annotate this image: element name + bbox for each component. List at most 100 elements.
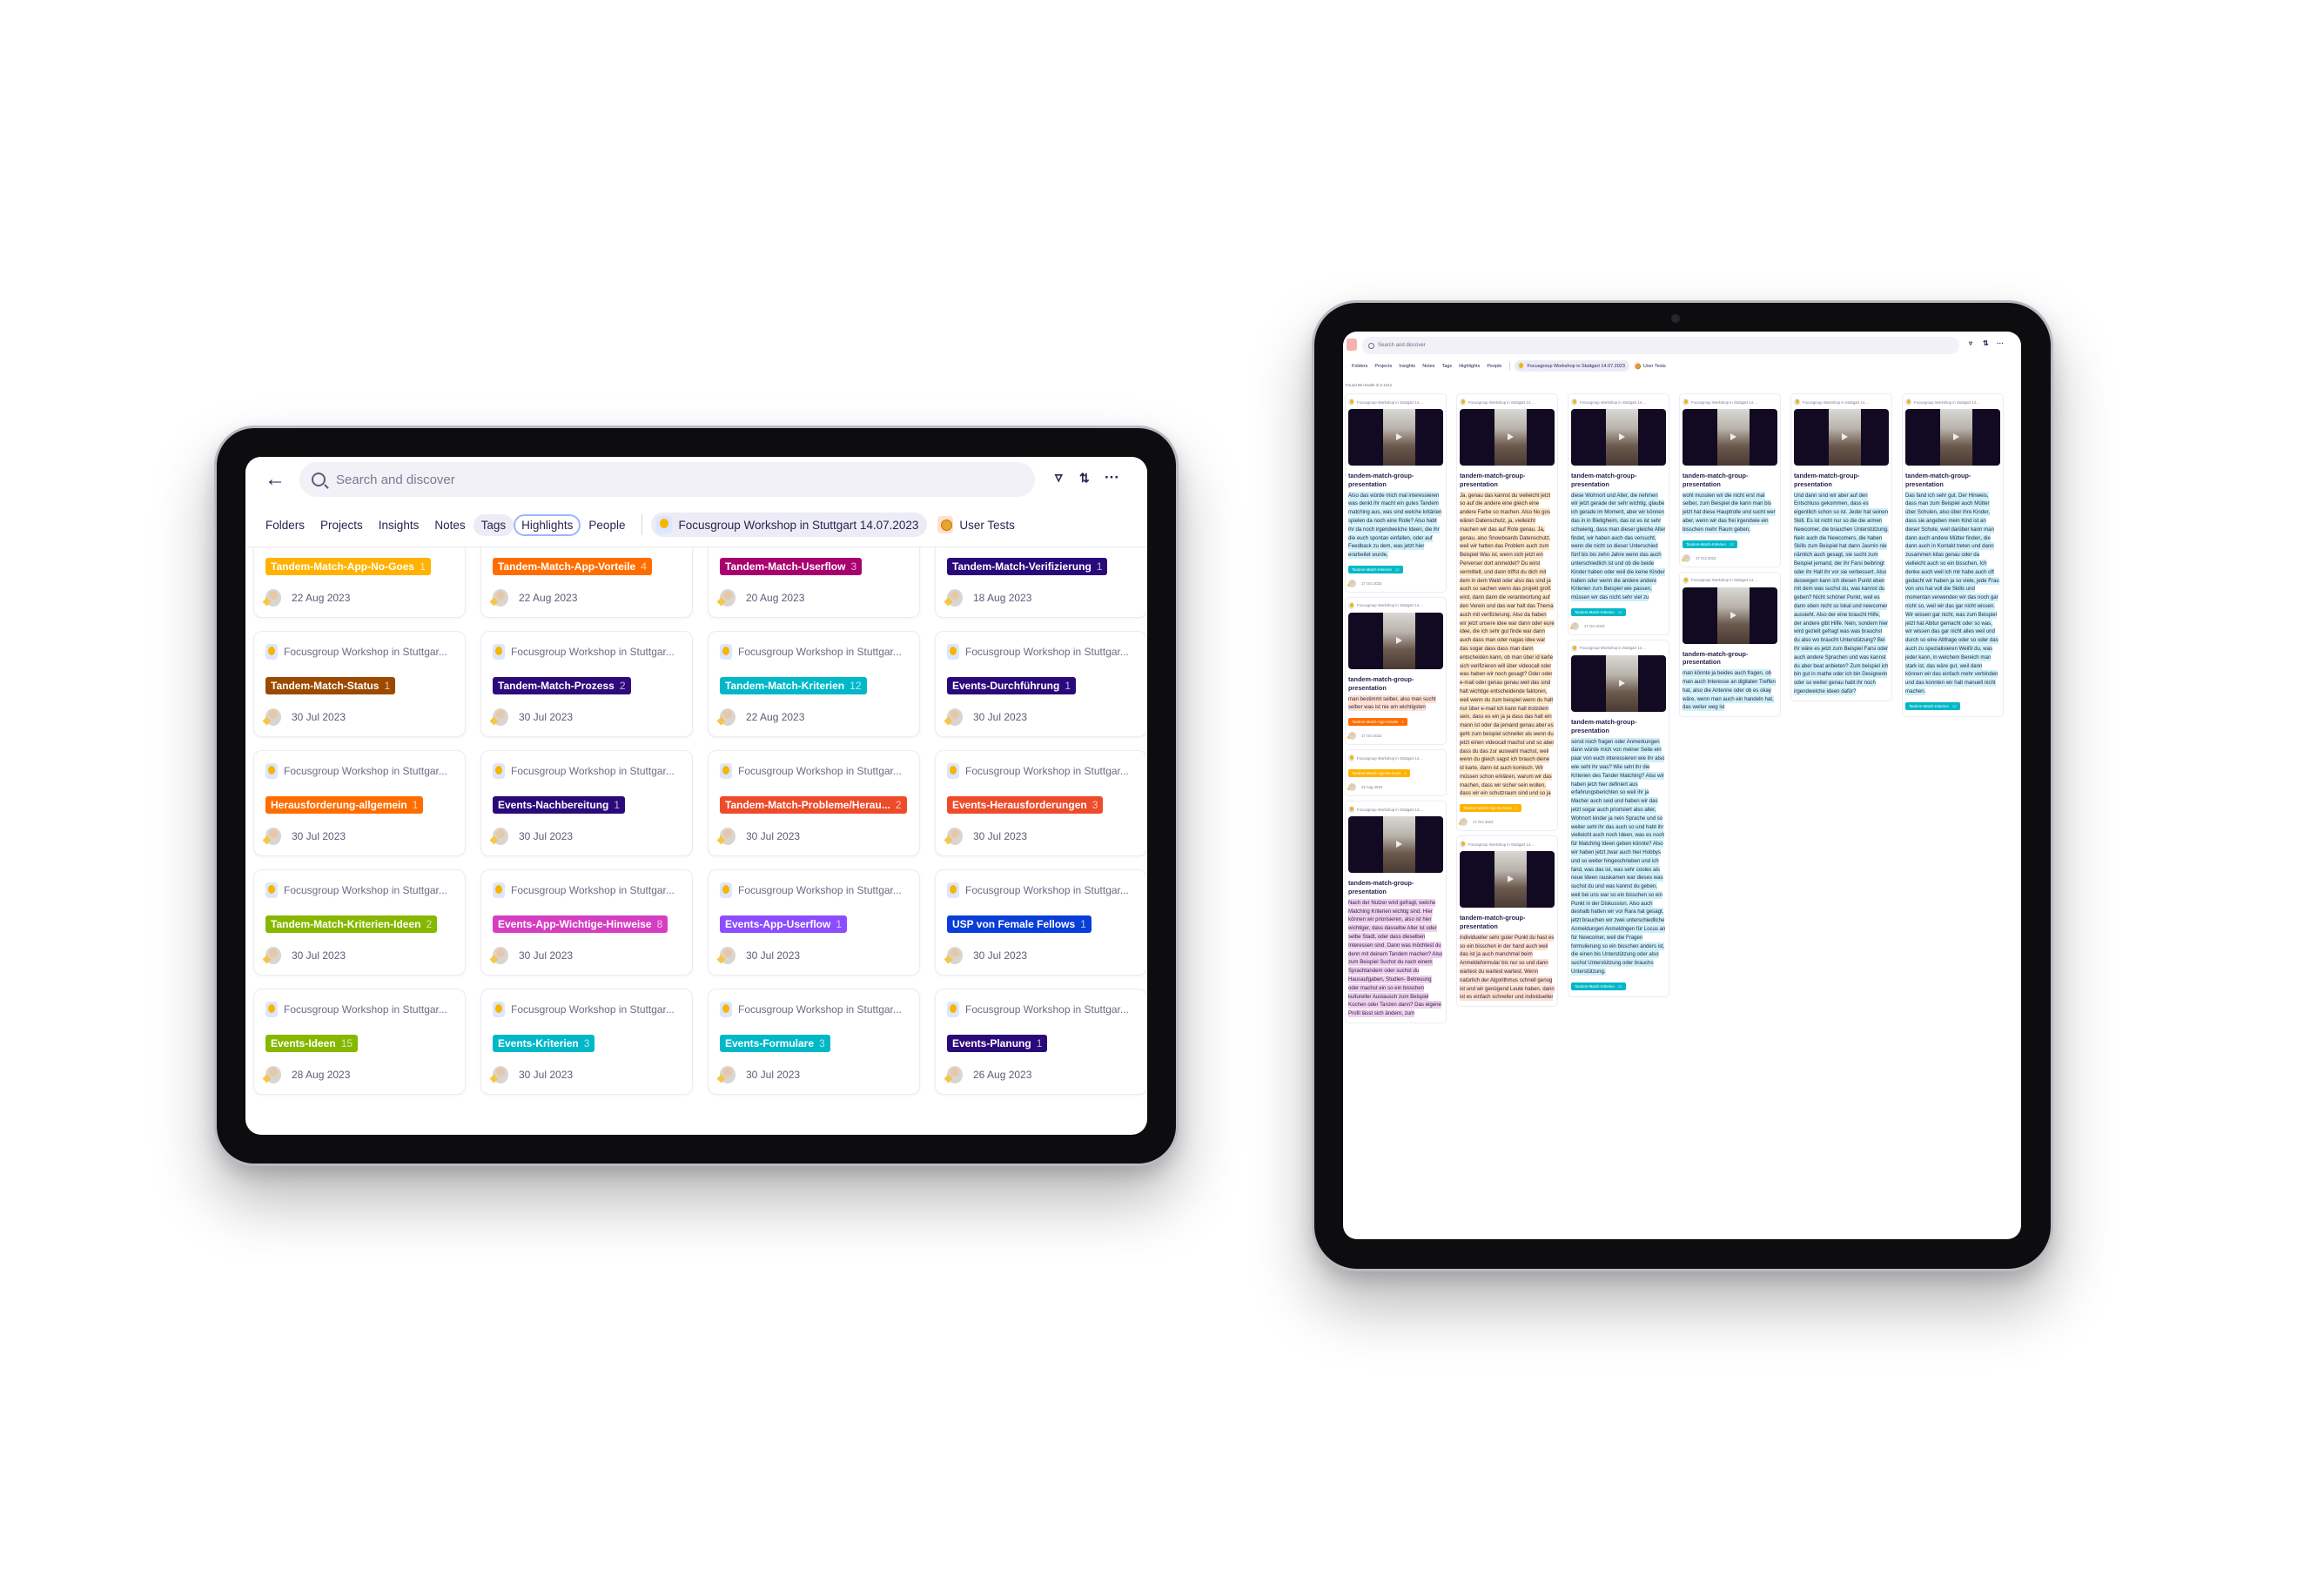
tag-badge[interactable]: Events-Planung 1 <box>947 1035 1048 1052</box>
tab-highlights[interactable]: Highlights <box>514 514 581 536</box>
tag-badge[interactable]: USP von Female Fellows 1 <box>947 915 1091 933</box>
highlight-card[interactable]: Focusgroup Workshop in Stuttgart 14.... t… <box>1345 801 1447 1023</box>
tag-badge[interactable]: Tandem-Match-Verifizierung 1 <box>947 558 1108 575</box>
tag-badge[interactable]: Tandem-Match-Kriterien 12 <box>1905 701 1960 710</box>
tab-people[interactable]: People <box>581 514 633 536</box>
tag-badge[interactable]: Tandem-Match-App-Vorteile 4 <box>493 558 652 575</box>
tag-card[interactable]: Focusgroup Workshop in Stuttgar... Tandem… <box>480 631 693 737</box>
more-icon[interactable]: ··· <box>1997 339 2004 347</box>
play-icon[interactable] <box>1396 841 1402 848</box>
highlight-card[interactable]: Focusgroup Workshop in Stuttgart 14.... t… <box>1790 393 1892 701</box>
tab-tags[interactable]: Tags <box>473 513 514 536</box>
tag-badge[interactable]: Tandem-Match-Kriterien 12 <box>1571 607 1626 616</box>
project-filter-chip[interactable]: Focusgroup Workshop in Stuttgart 14.07.2… <box>651 513 928 537</box>
tag-badge[interactable]: Tandem-Match-Userflow 3 <box>720 558 863 575</box>
play-icon[interactable] <box>1953 433 1959 440</box>
highlight-card[interactable]: Focusgroup Workshop in Stuttgart 14.... t… <box>1568 639 1669 997</box>
search-bar[interactable] <box>299 462 1035 497</box>
video-thumbnail[interactable] <box>1571 654 1666 712</box>
highlight-card[interactable]: Focusgroup Workshop in Stuttgart 14.... t… <box>1456 835 1558 1008</box>
video-thumbnail[interactable] <box>1348 409 1443 466</box>
tag-card[interactable]: Focusgroup Workshop in Stuttgar... Events… <box>708 989 920 1095</box>
tag-badge[interactable]: Events-Kriterien 3 <box>493 1035 595 1052</box>
tag-badge[interactable]: Tandem-Match-Kriterien 12 <box>1683 540 1737 548</box>
play-icon[interactable] <box>1842 433 1848 440</box>
tag-card[interactable]: Focusgroup Workshop in Stuttgar... Tandem… <box>253 631 466 737</box>
search-bar[interactable]: Search and discover <box>1362 337 1959 354</box>
tag-card[interactable]: Focusgroup Workshop in Stuttgar... Events… <box>480 750 693 856</box>
sort-icon[interactable]: ⇅ <box>1983 339 1989 347</box>
tag-card[interactable]: Focusgroup Workshop in Stuttgar... USP vo… <box>935 869 1147 976</box>
tag-badge[interactable]: Events-App-Wichtige-Hinweise 8 <box>493 915 668 933</box>
tag-badge[interactable]: Tandem-Match-Kriterien 12 <box>1571 982 1626 990</box>
play-icon[interactable] <box>1508 875 1514 883</box>
play-icon[interactable] <box>1730 611 1736 619</box>
highlight-card[interactable]: Focusgroup Workshop in Stuttgart 14.... t… <box>1679 571 1781 718</box>
video-thumbnail[interactable] <box>1683 587 1777 644</box>
search-input[interactable] <box>334 471 947 488</box>
tag-badge[interactable]: Tandem-Match-Prozess 2 <box>493 677 631 694</box>
tab-notes[interactable]: Notes <box>427 514 473 536</box>
tag-badge[interactable]: Tandem-Match-App-No-Goes 1 <box>1460 804 1521 813</box>
tag-card[interactable]: Focusgroup Workshop in Stuttgar... Tandem… <box>708 631 920 737</box>
tag-badge[interactable]: Tandem-Match-Kriterien 12 <box>720 677 867 694</box>
tag-badge[interactable]: Herausforderung-allgemein 1 <box>265 796 424 814</box>
tab-folders[interactable]: Folders <box>1348 362 1371 371</box>
tag-card[interactable]: Focusgroup Workshop in Stuttgar... Events… <box>935 989 1147 1095</box>
tag-badge[interactable]: Events-Durchführung 1 <box>947 677 1077 694</box>
play-icon[interactable] <box>1508 433 1514 440</box>
video-thumbnail[interactable] <box>1794 409 1889 466</box>
video-thumbnail[interactable] <box>1571 409 1666 466</box>
user-tests-chip[interactable]: User Tests <box>959 519 1015 532</box>
tab-projects[interactable]: Projects <box>312 514 371 536</box>
tag-card[interactable]: Focusgroup Workshop in Stuttgar... Events… <box>935 631 1147 737</box>
highlight-card[interactable]: Focusgroup Workshop in Stuttgart 14.... t… <box>1679 393 1781 567</box>
tag-card[interactable]: Focusgroup Workshop in Stuttgar... Events… <box>480 869 693 976</box>
filter-icon[interactable]: ▿ <box>1055 469 1063 486</box>
tag-badge[interactable]: Tandem-Match-App-No-Goes 1 <box>265 558 431 575</box>
tab-insights[interactable]: Insights <box>1395 362 1419 371</box>
highlight-card[interactable]: Focusgroup Workshop in Stuttgart 14.... t… <box>1568 393 1669 635</box>
play-icon[interactable] <box>1396 433 1402 440</box>
play-icon[interactable] <box>1730 433 1736 440</box>
tag-badge[interactable]: Tandem-Match-Status 1 <box>265 677 396 694</box>
tag-badge[interactable]: Events-Nachbereitung 1 <box>493 796 626 814</box>
highlight-card[interactable]: Focusgroup Workshop in Stuttgart 14.... t… <box>1456 393 1558 832</box>
tag-card[interactable]: Focusgroup Workshop in Stuttgar... Events… <box>253 989 466 1095</box>
tag-badge[interactable]: Tandem-Match-App-No-Goes 1 <box>1348 769 1410 778</box>
tag-card[interactable]: Focusgroup Workshop in Stuttgar... Heraus… <box>253 750 466 856</box>
tag-badge[interactable]: Events-App-Userflow 1 <box>720 915 848 933</box>
filter-icon[interactable]: ▿ <box>1969 339 1972 347</box>
tag-card[interactable]: Focusgroup Workshop in Stuttgar... Events… <box>480 989 693 1095</box>
tag-badge[interactable]: Events-Ideen 15 <box>265 1035 359 1052</box>
sort-icon[interactable]: ⇅ <box>1079 471 1090 486</box>
tab-highlights[interactable]: Highlights <box>1455 362 1483 371</box>
tag-badge[interactable]: Tandem-Match-Probleme/Herau... 2 <box>720 796 907 814</box>
tag-badge[interactable]: Tandem-Match-App-Vorteile 4 <box>1348 718 1407 727</box>
tab-insights[interactable]: Insights <box>371 514 427 536</box>
tag-badge[interactable]: Tandem-Match-Kriterien-Ideen 2 <box>265 915 438 933</box>
tab-folders[interactable]: Folders <box>258 514 312 536</box>
tag-card[interactable]: Focusgroup Workshop in Stuttgar... Tandem… <box>708 750 920 856</box>
tag-badge[interactable]: Tandem-Match-Kriterien 12 <box>1348 565 1403 573</box>
tag-badge[interactable]: Events-Herausforderungen 3 <box>947 796 1104 814</box>
highlight-card[interactable]: Focusgroup Workshop in Stuttgart 14.... T… <box>1345 749 1447 797</box>
user-tests-chip[interactable]: User Tests <box>1643 364 1666 369</box>
video-thumbnail[interactable] <box>1460 851 1555 909</box>
highlight-card[interactable]: Focusgroup Workshop in Stuttgart 14.... t… <box>1345 393 1447 593</box>
app-logo[interactable] <box>1347 339 1357 351</box>
back-arrow-icon[interactable]: ← <box>265 467 285 492</box>
tab-notes[interactable]: Notes <box>1419 362 1438 371</box>
highlight-card[interactable]: Focusgroup Workshop in Stuttgart 14.... t… <box>1345 596 1447 746</box>
video-thumbnail[interactable] <box>1348 816 1443 874</box>
project-filter-chip[interactable]: Focusgroup Workshop in Stuttgart 14.07.2… <box>1515 360 1629 372</box>
tab-projects[interactable]: Projects <box>1371 362 1395 371</box>
tab-tags[interactable]: Tags <box>1439 362 1456 371</box>
tag-badge[interactable]: Events-Formulare 3 <box>720 1035 830 1052</box>
search-placeholder[interactable]: Search and discover <box>1378 343 1426 348</box>
highlight-card[interactable]: Focusgroup Workshop in Stuttgart 14.... t… <box>1902 393 2004 717</box>
tag-card[interactable]: Focusgroup Workshop in Stuttgar... Events… <box>935 750 1147 856</box>
video-thumbnail[interactable] <box>1905 409 2000 466</box>
video-thumbnail[interactable] <box>1348 612 1443 669</box>
tag-card[interactable]: Focusgroup Workshop in Stuttgar... Events… <box>708 869 920 976</box>
